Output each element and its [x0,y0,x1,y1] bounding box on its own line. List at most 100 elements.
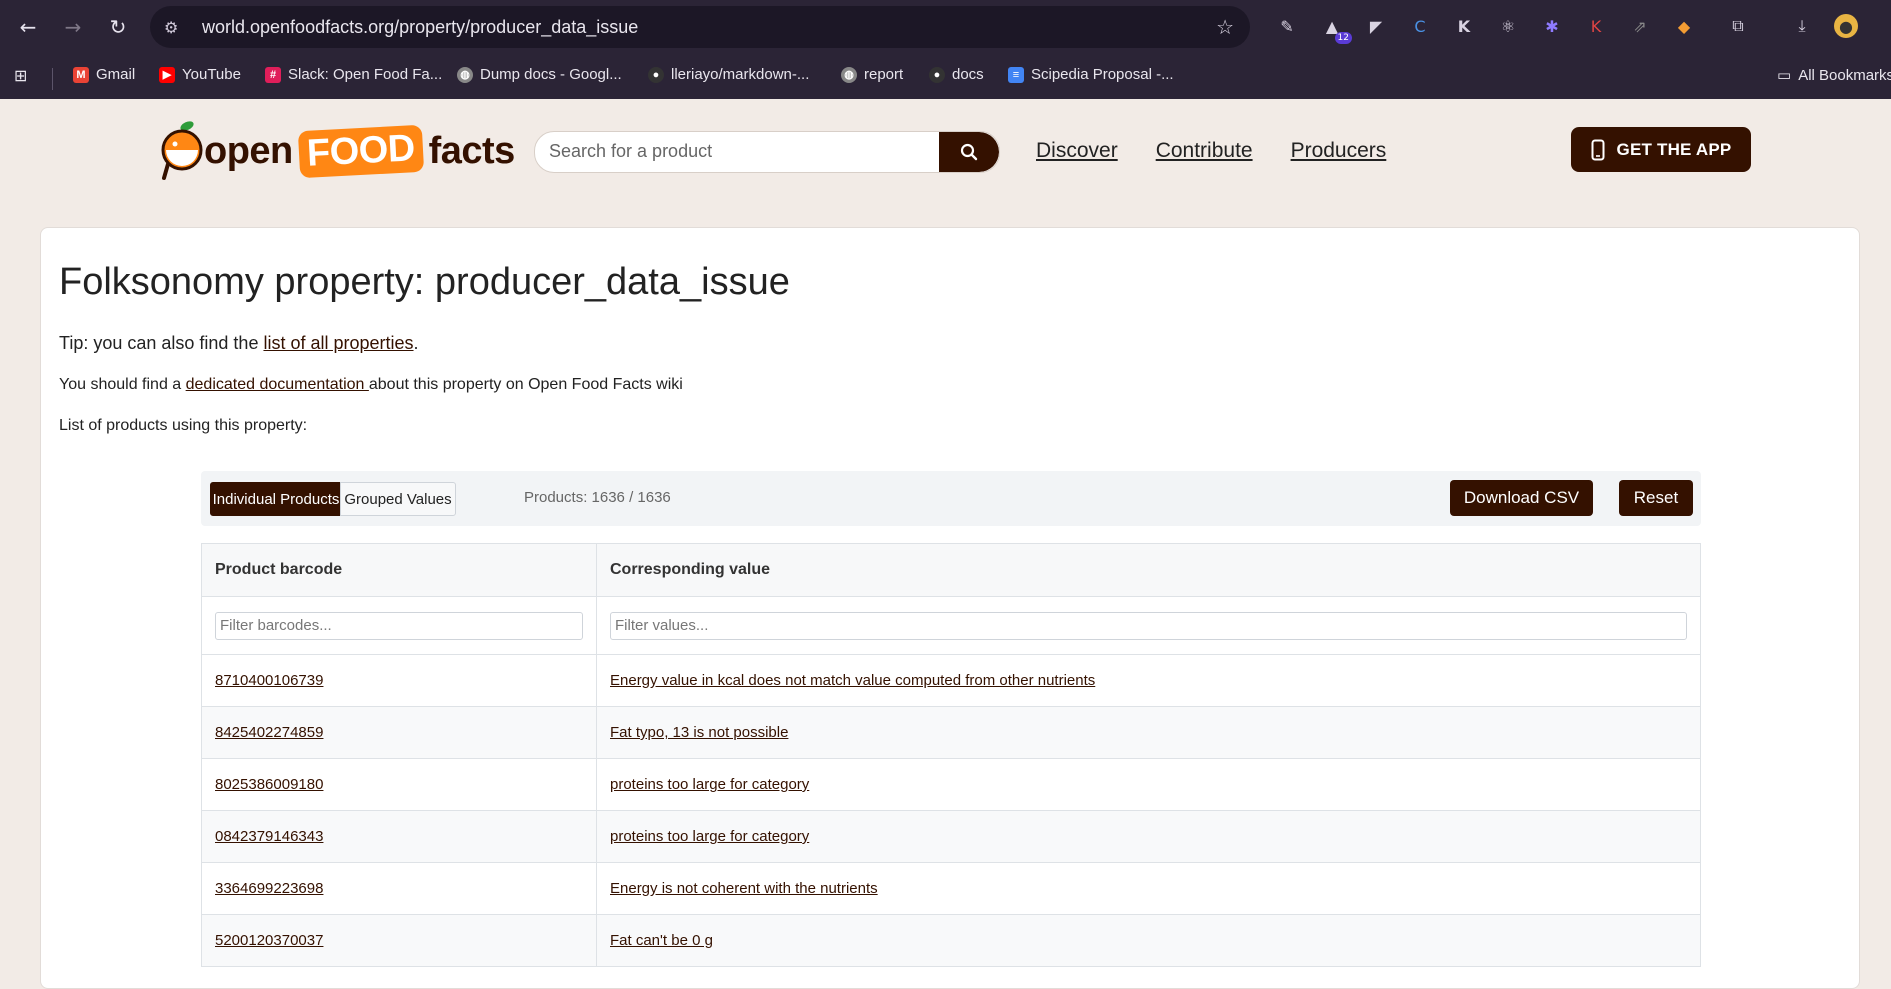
gear-extension-icon[interactable]: ✱ [1540,14,1564,38]
nav-contribute[interactable]: Contribute [1156,139,1253,163]
back-icon[interactable]: ← [14,13,42,41]
bookmark-markdown[interactable]: ● lleriayo/markdown-... [648,66,809,83]
get-the-app-button[interactable]: GET THE APP [1571,127,1751,172]
tip-prefix: Tip: you can also find the [59,333,264,353]
extensions-puzzle-icon[interactable]: ⧉ [1726,14,1750,38]
get-the-app-label: GET THE APP [1616,139,1732,159]
all-bookmarks-label: All Bookmarks [1798,66,1891,84]
search-input[interactable] [547,140,931,163]
table-toolbar: Individual Products Grouped Values Produ… [201,471,1701,526]
bookmark-docs[interactable]: ● docs [929,66,984,83]
search-icon [960,143,978,161]
barcode-link[interactable]: 3364699223698 [215,880,323,897]
search-button[interactable] [939,132,999,172]
bookmark-label: lleriayo/markdown-... [671,66,810,83]
barcode-link[interactable]: 8710400106739 [215,672,323,689]
globe-icon: ◍ [457,66,473,83]
k-red-extension-icon[interactable]: K [1584,14,1608,38]
c-extension-icon[interactable]: C [1408,14,1432,38]
bookmark-label: YouTube [182,66,241,83]
bookmark-label: Dump docs - Googl... [480,66,622,83]
phone-icon [1591,139,1605,160]
bookmarks-bar: ⊞ M Gmail ▶ YouTube # Slack: Open Food Fa..… [0,54,1891,99]
reset-button[interactable]: Reset [1619,480,1693,516]
barcode-link[interactable]: 8425402274859 [215,724,323,741]
external-extension-icon[interactable]: ⇗ [1628,14,1652,38]
site-header: open FOOD facts Discover Contribute Prod… [0,99,1891,202]
value-link[interactable]: proteins too large for category [610,828,809,845]
slack-icon: # [265,66,281,83]
bookmark-report[interactable]: ◍ report [841,66,903,83]
barcode-cell: 0842379146343 [201,810,597,863]
all-properties-link[interactable]: list of all properties [263,333,413,353]
apps-grid-icon[interactable]: ⊞ [14,66,27,85]
download-icon[interactable]: ⤓ [1790,14,1814,38]
filter-value-cell [596,596,1701,655]
value-link[interactable]: Fat typo, 13 is not possible [610,724,788,741]
k-extension-icon[interactable]: K [1452,14,1476,38]
address-url[interactable]: world.openfoodfacts.org/property/produce… [202,17,638,38]
off-logo[interactable]: open FOOD facts [160,120,515,182]
column-header-barcode[interactable]: Product barcode [201,543,597,597]
filter-values-input[interactable] [610,611,1687,640]
bookmark-label: docs [952,66,984,83]
value-link[interactable]: Energy is not coherent with the nutrient… [610,880,878,897]
tip-line: Tip: you can also find the list of all p… [59,333,419,354]
bookmark-slack[interactable]: # Slack: Open Food Fa... [265,66,442,83]
all-bookmarks[interactable]: ▭ All Bookmarks [1777,66,1891,84]
bookmark-star-icon[interactable]: ☆ [1216,15,1234,39]
doc-suffix: about this property on Open Food Facts w… [368,376,683,393]
tab-individual-products[interactable]: Individual Products [210,482,342,516]
site-info-icon[interactable]: ⚙ [164,18,182,37]
barcode-link[interactable]: 8025386009180 [215,776,323,793]
docs-icon: ≡ [1008,66,1024,83]
bookmark-label: Scipedia Proposal -... [1031,66,1174,83]
bookmark-label: report [864,66,904,83]
filter-row [201,596,1701,655]
barcode-link[interactable]: 0842379146343 [215,828,323,845]
column-header-value[interactable]: Corresponding value [596,543,1701,597]
value-cell: Fat can't be 0 g [596,914,1701,967]
value-link[interactable]: Fat can't be 0 g [610,932,713,949]
product-search [534,131,1000,173]
react-extension-icon[interactable]: ⚛ [1496,14,1520,38]
logo-facts-text: facts [428,129,516,172]
bookmark-scipedia[interactable]: ≡ Scipedia Proposal -... [1008,66,1174,83]
fox-extension-icon[interactable]: ◆ [1672,14,1696,38]
filter-barcodes-input[interactable] [215,611,583,640]
bookmark-dump-docs[interactable]: ◍ Dump docs - Googl... [457,66,622,83]
table-row: 8025386009180 proteins too large for cat… [201,758,1701,811]
documentation-link[interactable]: dedicated documentation [186,376,369,393]
arrow-extension-icon[interactable]: ◤ [1364,14,1388,38]
bookmark-youtube[interactable]: ▶ YouTube [159,66,241,83]
tab-grouped-values[interactable]: Grouped Values [340,482,456,516]
reload-icon[interactable]: ↻ [104,13,132,41]
profile-avatar[interactable]: ● [1834,14,1858,38]
bookmark-gmail[interactable]: M Gmail [73,66,135,83]
table-row: 5200120370037 Fat can't be 0 g [201,914,1701,967]
value-link[interactable]: Energy value in kcal does not match valu… [610,672,1095,689]
barcode-link[interactable]: 5200120370037 [215,932,323,949]
gmail-icon: M [73,66,89,83]
orange-logo-icon [161,121,203,180]
browser-chrome: ← → ↻ ⚙ world.openfoodfacts.org/property… [0,0,1891,99]
table-row: 0842379146343 proteins too large for cat… [201,810,1701,863]
logo-wordmark: open FOOD facts [204,124,516,178]
download-csv-button[interactable]: Download CSV [1450,480,1593,516]
products-table: Product barcode Corresponding value 8710… [201,543,1701,967]
page-title: Folksonomy property: producer_data_issue [59,261,790,303]
value-cell: Energy is not coherent with the nutrient… [596,862,1701,915]
content-card: Folksonomy property: producer_data_issue… [40,227,1860,989]
logo-open-text: open [204,129,293,172]
value-link[interactable]: proteins too large for category [610,776,809,793]
eyedropper-extension-icon[interactable]: ✎ [1275,14,1299,38]
wizard-extension-icon[interactable]: ▲ 12 [1320,14,1352,44]
table-row: 8710400106739 Energy value in kcal does … [201,654,1701,707]
forward-icon[interactable]: → [59,13,87,41]
address-bar[interactable]: ⚙ world.openfoodfacts.org/property/produ… [150,6,1250,48]
value-cell: Fat typo, 13 is not possible [596,706,1701,759]
nav-producers[interactable]: Producers [1291,139,1387,163]
doc-prefix: You should find a [59,376,186,393]
barcode-cell: 8425402274859 [201,706,597,759]
nav-discover[interactable]: Discover [1036,139,1118,163]
